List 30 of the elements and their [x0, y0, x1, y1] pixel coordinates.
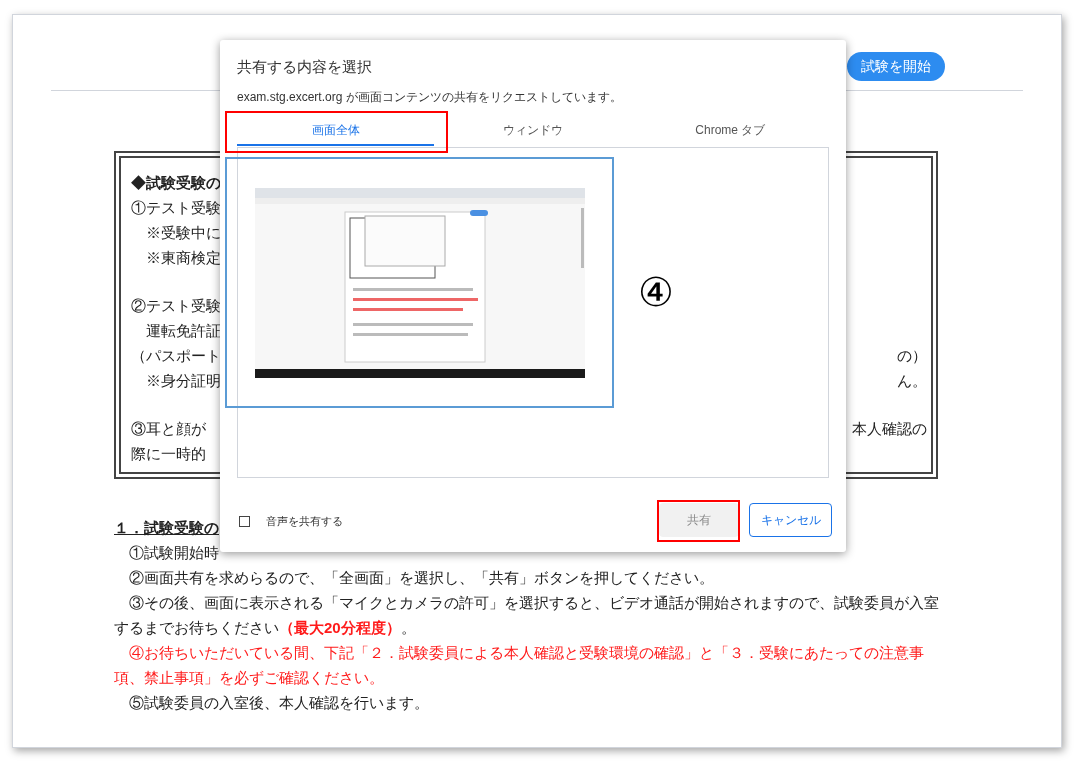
- start-exam-button[interactable]: 試験を開始: [847, 52, 945, 81]
- instruction-text: ③その後、画面に表示される「マイクとカメラの許可」を選択すると、ビデオ通話が開始されますので、試験委員が入室するまでお待ちください（最大20分程度）。: [114, 593, 940, 638]
- notice-text: 運転免許証: [145, 321, 221, 341]
- dialog-title: 共有する内容を選択: [237, 57, 372, 77]
- screen-option[interactable]: [225, 157, 614, 408]
- checkbox-label: 音声を共有する: [266, 514, 343, 529]
- notice-text: ※受験中に: [145, 223, 221, 243]
- notice-text: ※身分証明: [145, 371, 221, 391]
- notice-text: 本人確認の: [852, 419, 927, 439]
- dialog-subtitle: exam.stg.excert.org が画面コンテンツの共有をリクエストしています。: [237, 89, 622, 106]
- tab[interactable]: 画面全体: [237, 116, 435, 146]
- tab[interactable]: Chrome タブ: [631, 116, 829, 146]
- notice-text: ③耳と顔が: [131, 419, 206, 439]
- step-number: ④: [638, 269, 674, 316]
- instruction-text: ①試験開始時: [128, 543, 220, 563]
- notice-text: ん。: [897, 371, 927, 391]
- notice-text: ※東商検定: [145, 248, 221, 268]
- instruction-text: ④お待ちいただいている間、下記「２．試験委員による本人確認と受験環境の確認」と「３．受験にあたっての注意事項、禁止事項」を必ずご確認ください。: [114, 643, 925, 688]
- instruction-text: ⑤試験委員の入室後、本人確認を行います。: [128, 693, 430, 713]
- checkbox[interactable]: [239, 515, 250, 527]
- instruction-text: ②画面共有を求めらるので、「全画面」を選択し、「共有」ボタンを押してください。: [128, 568, 715, 588]
- tab[interactable]: ウィンドウ: [434, 116, 632, 146]
- notice-text: ②テスト受験: [131, 296, 221, 316]
- notice-text: 際に一時的: [131, 444, 206, 464]
- notice-text: の）: [897, 346, 927, 366]
- section-heading: １．試験受験の: [114, 518, 219, 538]
- notice-text: （パスポート: [131, 346, 221, 366]
- notice-text: ◆試験受験の: [131, 173, 221, 193]
- notice-text: ①テスト受験: [131, 198, 221, 218]
- cancel-button[interactable]: キャンセル: [749, 503, 832, 537]
